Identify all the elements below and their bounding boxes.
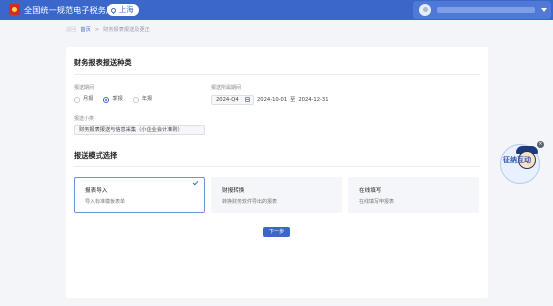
mode-card-import[interactable]: 报表导入 导入标准模板表单: [74, 177, 205, 213]
chevron-down-icon[interactable]: [541, 8, 547, 12]
period-range: 2024-10-01 至 2024-12-31: [257, 97, 329, 104]
radio-dot-selected[interactable]: [103, 96, 110, 103]
top-header-bar: 全国统一规范电子税务局 上海: [0, 0, 553, 20]
range-end: 2024-12-31: [298, 97, 329, 103]
user-menu[interactable]: [413, 1, 551, 19]
mode-card-online[interactable]: 在线填写 在线填写申报表: [348, 177, 479, 213]
range-start: 2024-10-01: [257, 97, 288, 103]
main-card: 财务报表报送种类 报送期间 月报 季报 年报 报送所属期间 2024-Q4 20…: [66, 47, 488, 298]
back-link[interactable]: 返回: [66, 27, 76, 34]
range-to: 至: [290, 97, 296, 103]
breadcrumb-separator: >: [94, 27, 100, 33]
subtype-field[interactable]: 财务报表报送与信息采集（小企业会计准则）: [74, 125, 205, 135]
report-type-section-title: 财务报表报送种类: [74, 58, 132, 67]
subtype-label: 报送小类: [74, 116, 95, 122]
avatar-icon: [419, 4, 431, 16]
mode-desc: 转换财务软件导出的报表: [222, 199, 278, 205]
section-divider: [74, 166, 480, 167]
breadcrumb-current: 财务报表报送及更正: [103, 27, 150, 33]
mode-title: 财报转换: [222, 188, 245, 194]
mode-desc: 导入标准模板表单: [85, 199, 126, 205]
breadcrumb-home-link[interactable]: 首页: [80, 27, 90, 34]
site-title[interactable]: 全国统一规范电子税务局: [24, 4, 114, 16]
mode-title: 报表导入: [85, 188, 108, 194]
period-label: 报送期间: [74, 85, 95, 91]
radio-dot[interactable]: [74, 96, 80, 103]
section-divider: [74, 74, 480, 75]
location-selector[interactable]: 上海: [107, 4, 140, 16]
location-pin-icon: [109, 6, 118, 14]
belong-period-label: 报送所属期间: [211, 85, 242, 91]
tax-bureau-logo-icon: [9, 4, 20, 15]
calendar-icon[interactable]: [245, 97, 250, 102]
period-picker-value: 2024-Q4: [216, 97, 239, 103]
period-radio-group: 月报 季报 年报: [74, 96, 152, 103]
mode-title: 在线填写: [359, 188, 382, 194]
breadcrumb: 返回 首页 > 财务报表报送及更正: [66, 27, 150, 34]
mode-desc: 在线填写申报表: [359, 199, 395, 205]
radio-quarterly[interactable]: 季报: [103, 96, 123, 103]
user-name-blurred: [437, 7, 535, 13]
radio-monthly[interactable]: 月报: [74, 96, 93, 103]
radio-annual[interactable]: 年报: [132, 96, 152, 103]
check-icon: [192, 179, 199, 186]
location-label: 上海: [119, 5, 134, 14]
next-button[interactable]: 下一步: [263, 227, 290, 237]
subtype-value: 财务报表报送与信息采集（小企业会计准则）: [79, 127, 183, 133]
mascot-label: 征纳互动: [503, 156, 531, 164]
period-picker[interactable]: 2024-Q4: [211, 95, 254, 105]
assistant-mascot-widget[interactable]: 征纳互动 ×: [500, 141, 544, 185]
radio-dot[interactable]: [132, 96, 139, 103]
mode-card-convert[interactable]: 财报转换 转换财务软件导出的报表: [211, 177, 342, 213]
close-icon[interactable]: ×: [537, 141, 544, 148]
mode-section-title: 报送模式选择: [74, 151, 118, 160]
